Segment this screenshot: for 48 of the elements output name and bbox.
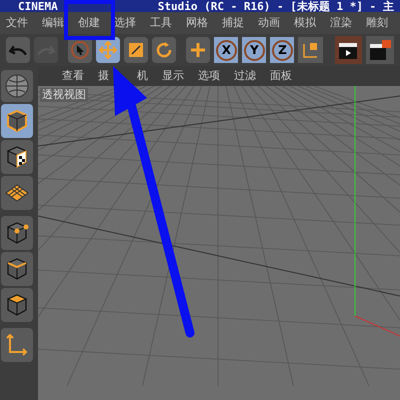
axis-lock-button[interactable]: Z xyxy=(270,37,294,63)
coordinate-button[interactable] xyxy=(298,37,323,63)
axis-lock-button[interactable]: Y xyxy=(242,37,266,63)
window-title: CINEMA xyxy=(18,0,58,12)
menu-item[interactable]: 创建 xyxy=(78,14,100,32)
toolbar-button[interactable] xyxy=(6,37,30,63)
toolbar-button[interactable] xyxy=(96,37,120,63)
viewport-label: 透视视图 xyxy=(40,88,88,102)
viewport-menu-item[interactable]: 显示 xyxy=(162,68,184,84)
viewport-menu-item[interactable]: 过滤 xyxy=(234,68,256,84)
window-title: Studio (RC - R16) - [未标题 1 *] - 主 xyxy=(158,0,394,12)
highlight-box xyxy=(64,0,115,40)
render-button[interactable] xyxy=(334,36,362,64)
menu-item[interactable]: 雕刻 xyxy=(366,14,388,32)
menu-item[interactable]: 捕捉 xyxy=(222,14,244,32)
tool-button[interactable] xyxy=(1,288,33,322)
menu-item[interactable]: 模拟 xyxy=(294,14,316,32)
toolbar-button[interactable] xyxy=(124,37,148,63)
toolbar-button[interactable] xyxy=(186,37,210,63)
menu-item[interactable]: 选择 xyxy=(114,14,136,32)
tool-button[interactable] xyxy=(1,252,33,286)
clapperboard-icon xyxy=(368,39,392,61)
globe-icon xyxy=(4,73,30,99)
menu-item[interactable]: 动画 xyxy=(258,14,280,32)
viewport-menu-item[interactable]: 摄 xyxy=(98,68,109,84)
tool-button[interactable] xyxy=(1,104,33,138)
viewport-menu-item[interactable]: 查看 xyxy=(62,68,84,84)
tool-button[interactable] xyxy=(1,216,33,250)
undo-icon xyxy=(9,44,28,56)
toolbar-button[interactable] xyxy=(152,37,176,63)
globe-button[interactable] xyxy=(1,70,33,102)
render-button[interactable] xyxy=(366,36,394,64)
menu-item[interactable]: 工具 xyxy=(150,14,172,32)
clapperboard-icon xyxy=(337,40,360,60)
tool-button[interactable] xyxy=(1,140,33,174)
cube-icon xyxy=(4,108,30,134)
cursor-icon xyxy=(70,40,90,60)
move-icon xyxy=(98,40,118,60)
tool-button[interactable] xyxy=(1,176,33,210)
viewport-menu-item[interactable]: 面板 xyxy=(270,68,292,84)
menu-item[interactable]: 渲染 xyxy=(330,14,352,32)
viewport-menu-item[interactable]: 选项 xyxy=(198,68,220,84)
axis-lock-button[interactable]: X xyxy=(214,37,238,63)
menu-item[interactable]: 编辑 xyxy=(42,14,64,32)
axis-icon xyxy=(4,332,30,358)
viewport-menu-item[interactable]: 机 xyxy=(137,68,148,84)
menu-item[interactable]: 网格 xyxy=(186,14,208,32)
menu-item[interactable]: 文件 xyxy=(6,14,28,32)
